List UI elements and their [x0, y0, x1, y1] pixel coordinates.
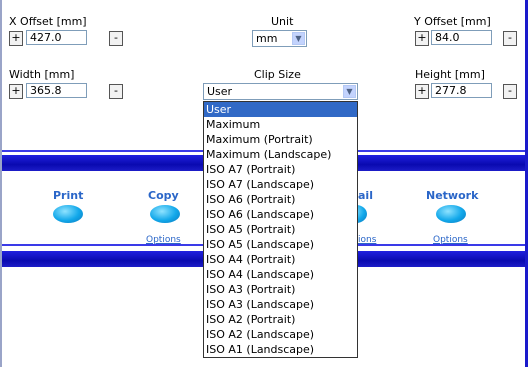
network-title[interactable]: Network — [426, 189, 478, 202]
y-offset-label: Y Offset [mm] — [414, 15, 491, 28]
clip-size-option[interactable]: ISO A5 (Landscape) — [204, 237, 357, 252]
print-icon[interactable] — [53, 205, 83, 223]
y-offset-increment-button[interactable]: + — [415, 31, 429, 46]
chevron-down-icon[interactable]: ▼ — [343, 85, 356, 98]
clip-size-option[interactable]: ISO A1 (Landscape) — [204, 342, 357, 357]
clip-size-option[interactable]: ISO A3 (Portrait) — [204, 282, 357, 297]
left-frame-border — [0, 0, 2, 367]
print-title[interactable]: Print — [53, 189, 83, 202]
y-offset-input[interactable] — [431, 30, 492, 45]
mail-title[interactable]: ail — [358, 189, 373, 202]
height-input[interactable] — [431, 83, 492, 98]
clip-size-option[interactable]: ISO A5 (Portrait) — [204, 222, 357, 237]
clip-size-option-user[interactable]: User — [204, 102, 357, 117]
chevron-down-icon[interactable]: ▼ — [292, 32, 305, 45]
unit-select[interactable]: mm ▼ — [252, 30, 307, 47]
height-decrement-button[interactable]: - — [503, 84, 517, 99]
clip-size-option[interactable]: ISO A2 (Portrait) — [204, 312, 357, 327]
network-icon[interactable] — [436, 205, 466, 223]
clip-size-select[interactable]: User ▼ — [203, 83, 358, 100]
y-offset-decrement-button[interactable]: - — [503, 31, 517, 46]
width-label: Width [mm] — [9, 68, 75, 81]
width-input[interactable] — [26, 83, 87, 98]
x-offset-input[interactable] — [26, 30, 87, 45]
width-increment-button[interactable]: + — [9, 84, 23, 99]
x-offset-decrement-button[interactable]: - — [109, 31, 123, 46]
clip-size-option[interactable]: ISO A6 (Portrait) — [204, 192, 357, 207]
height-label: Height [mm] — [415, 68, 485, 81]
clip-size-option[interactable]: Maximum (Portrait) — [204, 132, 357, 147]
height-increment-button[interactable]: + — [415, 84, 429, 99]
clip-size-option[interactable]: ISO A6 (Landscape) — [204, 207, 357, 222]
unit-select-value: mm — [256, 32, 278, 45]
clip-size-option[interactable]: ISO A4 (Landscape) — [204, 267, 357, 282]
clip-size-option[interactable]: ISO A7 (Portrait) — [204, 162, 357, 177]
mail-options-link[interactable]: ions — [358, 235, 376, 245]
clip-size-option[interactable]: ISO A3 (Landscape) — [204, 297, 357, 312]
clip-size-option[interactable]: ISO A2 (Landscape) — [204, 327, 357, 342]
clip-size-option[interactable]: Maximum (Landscape) — [204, 147, 357, 162]
unit-label: Unit — [271, 15, 294, 28]
copy-icon[interactable] — [150, 205, 180, 223]
clip-size-option[interactable]: ISO A7 (Landscape) — [204, 177, 357, 192]
clip-size-select-value: User — [207, 85, 233, 98]
x-offset-increment-button[interactable]: + — [9, 31, 23, 46]
clip-size-label: Clip Size — [254, 68, 301, 81]
clip-size-option[interactable]: Maximum — [204, 117, 357, 132]
clip-size-option[interactable]: ISO A4 (Portrait) — [204, 252, 357, 267]
clip-size-dropdown-list[interactable]: User Maximum Maximum (Portrait) Maximum … — [203, 101, 358, 358]
width-decrement-button[interactable]: - — [109, 84, 123, 99]
network-options-link[interactable]: Options — [433, 235, 468, 245]
copy-options-link[interactable]: Options — [146, 235, 181, 245]
copy-title[interactable]: Copy — [148, 189, 179, 202]
x-offset-label: X Offset [mm] — [9, 15, 87, 28]
